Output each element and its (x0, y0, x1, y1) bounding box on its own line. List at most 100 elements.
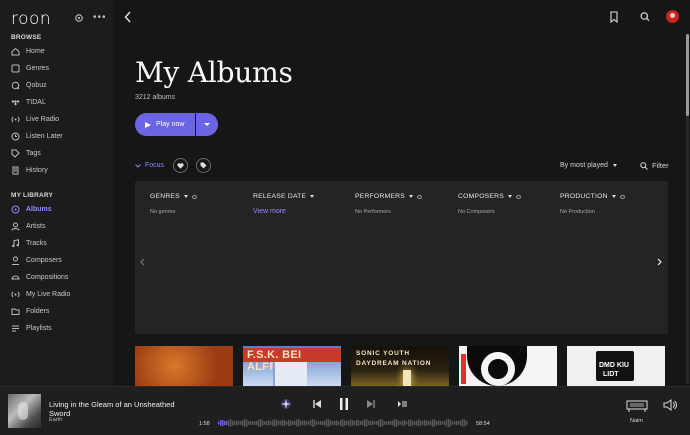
note-icon (12, 238, 19, 247)
waveform-bar (228, 419, 230, 427)
sidebar-item-compositions[interactable]: Compositions (11, 271, 68, 283)
sidebar-item-artists[interactable]: Artists (11, 220, 45, 232)
waveform-bar (418, 419, 420, 427)
roon-logo[interactable]: roon (11, 9, 51, 29)
zone-label[interactable]: Naim (630, 418, 643, 424)
eye-icon[interactable] (416, 194, 422, 199)
track-artist[interactable]: Earth (49, 417, 62, 423)
pause-icon[interactable] (337, 396, 351, 412)
sidebar-item-home[interactable]: Home (11, 45, 45, 57)
waveform-bar (254, 421, 256, 425)
tag-filter-button[interactable] (196, 158, 211, 173)
play-options-dropdown[interactable] (196, 113, 218, 136)
album-tile[interactable] (459, 346, 557, 386)
waveform-bar (374, 421, 376, 425)
sidebar-item-tracks[interactable]: Tracks (11, 237, 47, 249)
sidebar-item-label: Qobuz (26, 81, 47, 89)
more-icon[interactable]: ••• (93, 12, 107, 23)
album-art-ring (481, 352, 515, 386)
performers-dropdown[interactable]: PERFORMERS (355, 193, 422, 200)
caret-down-icon (183, 195, 188, 198)
waveform-bar (218, 421, 220, 425)
waveform-bar (396, 419, 398, 427)
search-icon[interactable] (640, 11, 650, 23)
column-value: No Composers (458, 209, 495, 215)
waveform-bar (362, 420, 364, 426)
eye-icon[interactable] (619, 194, 625, 199)
waveform-bar (414, 420, 416, 426)
focus-column-genres: GENRES No genres (150, 193, 197, 215)
waveform-bar (308, 421, 310, 425)
sidebar-item-live-radio[interactable]: Live Radio (11, 113, 59, 125)
view-more-link[interactable]: View more (253, 208, 314, 215)
sidebar-item-playlists[interactable]: Playlists (11, 322, 52, 334)
back-arrow-icon[interactable] (124, 11, 132, 23)
waveform-bar (348, 420, 350, 426)
waveform-bar (220, 419, 222, 427)
sidebar-item-folders[interactable]: Folders (11, 305, 49, 317)
album-tile[interactable]: SONIC YOUTH DAYDREAM NATION (351, 346, 449, 386)
sidebar-item-tags[interactable]: Tags (11, 147, 41, 159)
tag-icon (200, 162, 207, 169)
waveform-bar (292, 420, 294, 426)
sidebar-item-genres[interactable]: Genres (11, 62, 49, 74)
album-tile[interactable]: DMD KIU LIDT (567, 346, 665, 386)
genres-dropdown[interactable]: GENRES (150, 193, 197, 200)
sidebar-item-qobuz[interactable]: Qobuz (11, 79, 47, 91)
filter-button[interactable]: Filter (640, 161, 669, 170)
zone-device-icon[interactable] (626, 399, 648, 413)
chevron-right-icon[interactable] (657, 258, 662, 266)
waveform-bar (334, 420, 336, 426)
sidebar-item-listen-later[interactable]: Listen Later (11, 130, 63, 142)
sidebar-item-composers[interactable]: Composers (11, 254, 62, 266)
waveform-bar (266, 420, 268, 426)
waveform-bar (394, 419, 396, 427)
queue-icon[interactable] (397, 399, 408, 409)
composers-dropdown[interactable]: COMPOSERS (458, 193, 521, 200)
volume-icon[interactable] (663, 398, 677, 412)
waveform-bar (232, 420, 234, 426)
waveform-bar (382, 419, 384, 427)
bookmark-icon[interactable] (609, 11, 619, 23)
eye-icon[interactable] (191, 194, 197, 199)
album-tile[interactable]: F.S.K. BEI ALFRED (243, 346, 341, 386)
scrollbar-thumb[interactable] (686, 34, 689, 116)
eye-icon[interactable] (516, 194, 521, 199)
total-time: 58:54 (476, 421, 490, 427)
waveform-bar (276, 420, 278, 426)
album-tile[interactable] (135, 346, 233, 386)
next-icon[interactable] (366, 399, 376, 409)
play-now-button[interactable]: Play now (135, 113, 195, 136)
caret-down-icon (408, 195, 413, 198)
chevron-left-icon[interactable] (140, 258, 145, 266)
focus-toggle[interactable]: Focus (135, 162, 164, 169)
column-header: COMPOSERS (458, 193, 504, 200)
waveform-seekbar[interactable] (218, 418, 468, 428)
sidebar-item-history[interactable]: History (11, 164, 48, 176)
radio-sparkle-icon[interactable] (279, 397, 293, 411)
track-title[interactable]: Living in the Gleam of an Unsheathed Swo… (49, 400, 184, 418)
sort-dropdown[interactable]: By most played (560, 162, 617, 169)
gear-icon[interactable] (74, 13, 84, 23)
waveform-bar (402, 420, 404, 426)
release-date-dropdown[interactable]: RELEASE DATE (253, 193, 315, 200)
now-playing-cover[interactable] (8, 394, 41, 428)
waveform-bar (450, 420, 452, 426)
album-art-text: LIDT (603, 371, 619, 378)
album-art-text: DAYDREAM NATION (356, 360, 432, 367)
folder-icon (11, 308, 20, 315)
favorite-filter-button[interactable] (173, 158, 188, 173)
sidebar-item-albums[interactable]: Albums (11, 203, 52, 215)
waveform-bar (304, 420, 306, 426)
avatar[interactable] (666, 10, 679, 23)
sidebar-item-my-live-radio[interactable]: My Live Radio (11, 288, 70, 300)
heart-icon (177, 162, 184, 169)
waveform-bar (302, 420, 304, 426)
previous-icon[interactable] (312, 399, 322, 409)
waveform-bar (288, 419, 290, 427)
page-title: My Albums (135, 56, 293, 89)
waveform-bar (366, 419, 368, 427)
sidebar-item-label: Albums (26, 205, 52, 213)
sidebar-item-tidal[interactable]: TIDAL (11, 96, 46, 108)
production-dropdown[interactable]: PRODUCTION (560, 193, 625, 200)
